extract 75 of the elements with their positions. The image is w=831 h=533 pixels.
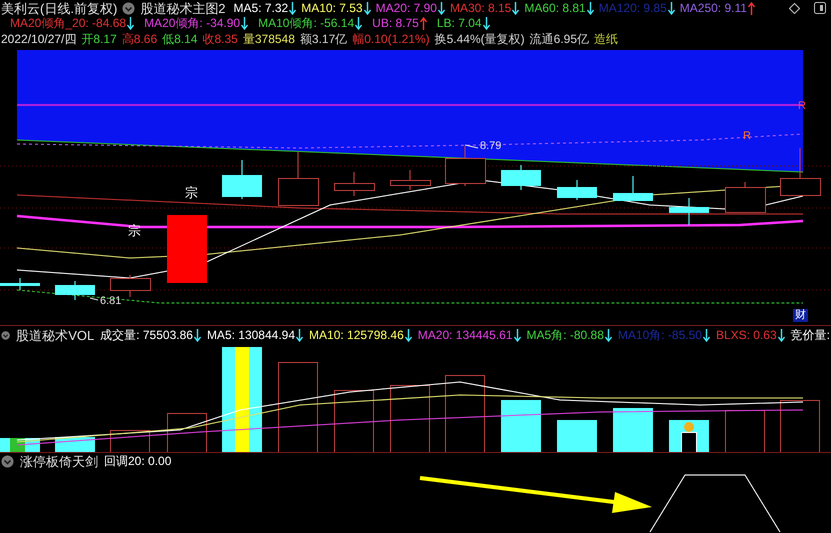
indicator-value: MA20: 134445.61 <box>418 328 513 342</box>
indicator-name: 股道秘术主图2 <box>140 0 226 16</box>
chart-label: 宗 <box>185 185 198 200</box>
candlestick <box>278 152 319 206</box>
leader-line <box>464 144 478 148</box>
candlestick <box>167 214 207 284</box>
panel-toggle-icon[interactable] <box>814 2 826 14</box>
volume-bar <box>557 420 597 452</box>
quote-field: 量378548 <box>242 32 295 46</box>
quote-field: 额3.17亿 <box>300 32 348 46</box>
indicator-value: MA60: 8.81 <box>524 0 586 16</box>
candlestick <box>557 180 597 200</box>
quote-field: 流通6.95亿 <box>530 32 590 46</box>
indicator-value: MA10倾角: -56.14 <box>258 16 354 31</box>
indicator-name: 涨停板倚天剑 <box>20 454 98 469</box>
dropdown-icon[interactable] <box>1 455 14 468</box>
quote-field: 造纸 <box>594 32 618 46</box>
dot-icon <box>684 422 694 432</box>
dropdown-icon[interactable] <box>122 2 136 14</box>
indicator-value: MA20倾角_20: -84.68 <box>10 16 126 31</box>
indicator-value: MA5: 130844.94 <box>206 328 296 342</box>
marker-box <box>681 432 697 452</box>
indicator-value: UB: 8.75 <box>372 16 419 31</box>
chart-label: R <box>798 99 806 114</box>
diamond-icon[interactable] <box>789 2 800 14</box>
quote-field: 幅0.10(1.21%) <box>352 32 430 46</box>
volume-bar <box>780 400 820 452</box>
candlestick <box>55 280 95 300</box>
chart-title: 美利云(日线.前复权) <box>1 0 118 16</box>
indicator-value: MA10: 7.53 <box>301 0 363 16</box>
indicator-value: MA250: 9.11 <box>680 0 747 16</box>
leader-line <box>90 298 98 300</box>
candlestick <box>725 182 766 213</box>
candlestick <box>613 176 653 202</box>
candlestick <box>780 148 821 196</box>
quote-field: 开8.17 <box>81 32 117 46</box>
volume-bar <box>501 400 541 452</box>
chart-label: 8.79 <box>480 139 502 154</box>
chart-label: R <box>743 129 751 144</box>
quote-field: 收8.35 <box>202 32 238 46</box>
volume-bar <box>613 408 653 452</box>
indicator-value: MA10: 125798.46 <box>309 328 404 342</box>
chart-label: 6.81 <box>100 294 122 309</box>
indicator-value: 成交量: 75503.86 <box>100 328 193 342</box>
indicator-value: 竞价量: <box>790 328 830 342</box>
quote-field: 换5.44%(量复权) <box>434 32 525 46</box>
volume-bar <box>334 390 374 452</box>
volume-bar <box>110 430 150 452</box>
indicator-value: 回调20: 0.00 <box>104 454 172 469</box>
chart-label: 宗 <box>128 223 141 238</box>
dropdown-icon[interactable] <box>1 328 10 342</box>
indicator-value: BLXS: 0.63 <box>716 328 777 342</box>
candlestick <box>0 278 40 290</box>
indicator-value: MA5角: -80.88 <box>526 328 604 342</box>
indicator-value: MA20: 7.90 <box>376 0 437 16</box>
volume-bar <box>390 385 430 452</box>
candlestick <box>110 274 151 298</box>
candlestick <box>222 160 262 200</box>
candlestick <box>334 172 375 196</box>
candlestick <box>501 164 541 190</box>
indicator-value: MA30: 8.15 <box>450 0 512 16</box>
indicator-value: LB: 7.04 <box>436 16 482 31</box>
candlestick <box>669 198 709 226</box>
indicator-value: MA120: 9.85 <box>598 0 667 16</box>
quote-field: 高8.66 <box>122 32 158 46</box>
indicator-name: 股道秘术VOL <box>16 328 94 342</box>
indicator-value: MA20倾角: -34.90 <box>144 16 240 31</box>
indicator-value: MA10角: -85.50 <box>618 328 702 342</box>
candlestick <box>390 170 431 190</box>
quote-date: 2022/10/27/四 <box>1 32 76 46</box>
quote-field: 低8.14 <box>162 32 198 46</box>
volume-bar <box>725 410 765 452</box>
volume-bar <box>167 413 207 452</box>
indicator-value: MA5: 7.32 <box>234 0 288 16</box>
badge: 财 <box>793 309 808 322</box>
